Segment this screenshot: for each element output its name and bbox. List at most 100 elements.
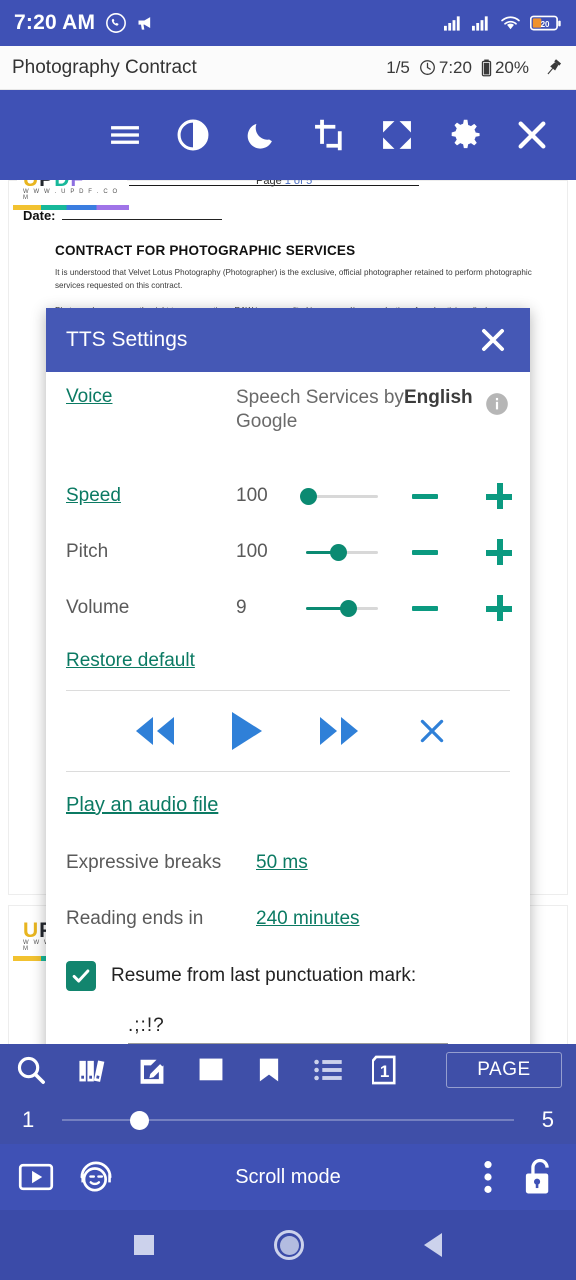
fullscreen-icon[interactable] — [378, 116, 416, 154]
slider-thumb[interactable] — [300, 488, 318, 505]
battery-percent: 20% — [494, 57, 529, 77]
android-nav-bar — [0, 1210, 576, 1280]
tts-pitch-minus-button[interactable] — [412, 549, 438, 555]
status-time: 7:20 AM — [14, 11, 96, 34]
reader-toolbar-icons: 1 — [14, 1053, 404, 1087]
page-slider-max: 5 — [541, 1107, 554, 1132]
punctuation-input-value[interactable]: .;:!? — [128, 1015, 448, 1043]
tts-dialog-header: TTS Settings — [46, 308, 530, 372]
tts-volume-row[interactable]: Volume 9 — [66, 580, 512, 636]
tts-voice-row[interactable]: Voice Speech Services by Google English — [66, 372, 510, 468]
info-icon[interactable] — [484, 391, 510, 417]
status-notification-icons — [105, 12, 156, 34]
tts-dialog-title: TTS Settings — [66, 328, 188, 351]
unlock-icon[interactable] — [522, 1157, 558, 1197]
gear-icon[interactable] — [446, 116, 484, 154]
tts-speed-slider[interactable] — [300, 486, 378, 506]
contrast-icon[interactable] — [174, 116, 212, 154]
search-icon[interactable] — [14, 1053, 48, 1087]
tts-volume-slider[interactable] — [306, 598, 378, 618]
tts-volume-minus-button[interactable] — [412, 605, 438, 611]
updf-letter-u: U — [23, 180, 38, 189]
play-audio-file-button[interactable]: Play an audio file — [66, 772, 510, 835]
reading-ends-in-value[interactable]: 240 minutes — [256, 908, 360, 930]
reader-control-bar: Scroll mode — [0, 1144, 576, 1210]
home-circle-icon[interactable] — [274, 1230, 304, 1260]
bookmark-icon[interactable] — [254, 1054, 284, 1086]
slider-thumb[interactable] — [330, 544, 348, 561]
tts-dialog-body: Voice Speech Services by Google English … — [46, 372, 530, 1098]
battery-level-text: 20 — [541, 19, 550, 28]
page-indicator-rest: 1 of 5 — [281, 180, 313, 187]
text-lines-icon[interactable] — [106, 116, 144, 154]
expressive-breaks-row[interactable]: Expressive breaks 50 ms — [66, 835, 510, 891]
rewind-icon[interactable] — [128, 714, 182, 748]
tts-volume-plus-button[interactable] — [482, 595, 516, 621]
play-icon[interactable] — [232, 712, 262, 750]
reading-ends-in-label: Reading ends in — [66, 908, 204, 929]
blank-page-icon[interactable] — [196, 1054, 226, 1086]
headphone-face-icon[interactable] — [76, 1158, 116, 1196]
close-icon[interactable] — [476, 323, 510, 357]
restore-default-button[interactable]: Restore default — [66, 636, 510, 690]
tts-pitch-row[interactable]: Pitch 100 — [66, 524, 512, 580]
punctuation-input[interactable]: .;:!? — [128, 1015, 448, 1044]
page-title: Photography Contract — [12, 56, 197, 78]
fast-forward-icon[interactable] — [312, 714, 366, 748]
updf-logo-letters: U P D F — [23, 180, 127, 189]
page-slider[interactable] — [62, 1109, 514, 1131]
page-indicator-bold: Page — [256, 180, 282, 187]
tts-voice-label[interactable]: Voice — [66, 386, 236, 408]
back-triangle-icon[interactable] — [424, 1233, 442, 1257]
resume-punctuation-row[interactable]: Resume from last punctuation mark: — [66, 947, 510, 997]
pin-icon[interactable] — [542, 57, 564, 79]
tts-pitch-slider[interactable] — [306, 542, 378, 562]
page-button[interactable]: PAGE — [446, 1052, 562, 1088]
slider-thumb[interactable] — [339, 600, 357, 617]
signal-1-icon — [444, 15, 463, 31]
crop-icon[interactable] — [310, 116, 348, 154]
title-bar-status: 1/5 7:20 20% — [386, 57, 564, 79]
title-bar: Photography Contract 1/5 7:20 20% — [0, 46, 576, 90]
tts-speed-value: 100 — [236, 485, 268, 506]
page-slider-thumb[interactable] — [129, 1111, 149, 1130]
contract-paragraph-1: It is understood that Velvet Lotus Photo… — [55, 268, 532, 290]
list-icon[interactable] — [312, 1055, 344, 1085]
megaphone-icon — [136, 13, 156, 33]
tts-volume-value: 9 — [236, 597, 247, 618]
tts-volume-label: Volume — [66, 597, 130, 618]
tts-speed-label[interactable]: Speed — [66, 485, 236, 507]
tts-speed-row[interactable]: Speed 100 — [66, 468, 512, 524]
updf-letter-f: F — [70, 180, 83, 189]
moon-icon[interactable] — [242, 116, 280, 154]
date-blank-rule — [61, 219, 222, 220]
reading-ends-in-row[interactable]: Reading ends in 240 minutes — [66, 891, 510, 947]
whatsapp-icon — [105, 12, 127, 34]
tts-pitch-value: 100 — [236, 541, 268, 562]
control-bar-right — [482, 1157, 558, 1197]
plus-icon — [486, 483, 512, 509]
tts-speed-minus-button[interactable] — [412, 493, 438, 499]
page-number-icon[interactable]: 1 — [372, 1053, 404, 1087]
tts-playback-controls — [66, 691, 510, 771]
tts-voice-engine: Speech Services by Google — [236, 387, 404, 433]
close-icon[interactable] — [512, 115, 552, 155]
page-slider-min: 1 — [22, 1107, 35, 1132]
resume-punctuation-checkbox[interactable] — [66, 961, 96, 991]
edit-icon[interactable] — [136, 1054, 168, 1086]
updf-letter-d: D — [54, 180, 69, 189]
stop-close-icon[interactable] — [416, 715, 448, 747]
tts-pitch-plus-button[interactable] — [482, 539, 516, 565]
recents-square-icon[interactable] — [134, 1235, 154, 1255]
tts-speed-plus-button[interactable] — [482, 483, 516, 509]
library-icon[interactable] — [76, 1054, 108, 1086]
status-system-icons: 20 — [444, 15, 562, 32]
home-circle-inner — [279, 1235, 299, 1255]
expressive-breaks-value[interactable]: 50 ms — [256, 852, 308, 874]
more-vertical-icon[interactable] — [482, 1159, 494, 1195]
updf-letter-p: P — [39, 180, 53, 189]
updf-logo: U P D F W W W . U P D F . C O M — [17, 180, 127, 203]
page-number-text: 1 — [380, 1062, 389, 1081]
view-toolbar — [0, 90, 576, 180]
play-box-icon[interactable] — [18, 1161, 54, 1193]
